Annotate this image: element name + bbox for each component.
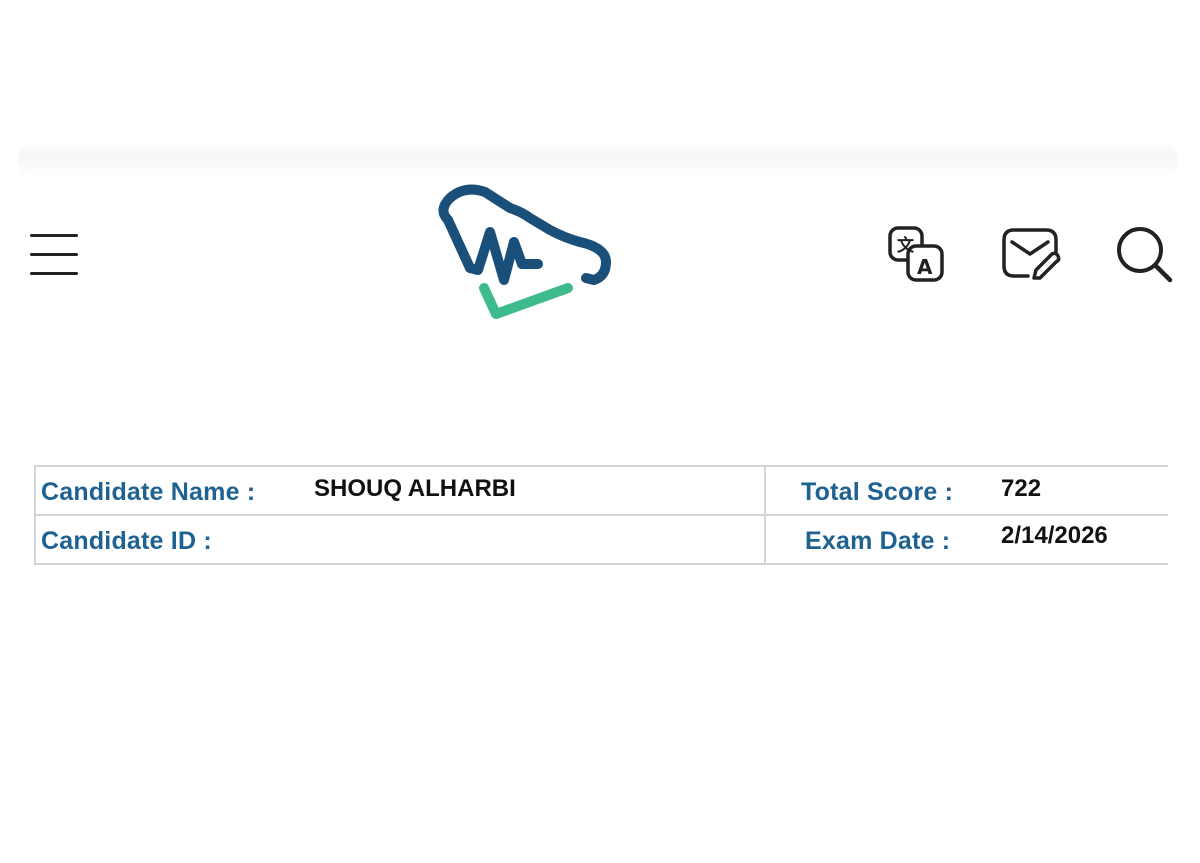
candidate-id-label: Candidate ID : [41,527,212,555]
exam-date-value: 2/14/2026 [1001,522,1108,549]
hamburger-menu-icon [28,230,80,278]
search-icon [1117,227,1173,283]
search-button[interactable] [1112,222,1176,286]
candidate-id-cell: Candidate ID : [34,514,766,565]
total-score-value: 722 [1001,475,1042,502]
health-map-check-logo [438,184,611,319]
message-edit-icon [1002,228,1061,280]
app-header: 文 A [0,180,1200,340]
exam-date-cell: Exam Date : 2/14/2026 [764,514,1168,565]
page: 文 A Candidate Name : SHOUQ ALHARBI Total… [0,0,1200,863]
message-button[interactable] [998,222,1062,286]
exam-date-label: Exam Date : [805,527,951,555]
candidate-name-value: SHOUQ ALHARBI [314,475,516,502]
menu-button[interactable] [28,230,80,278]
table-row: Candidate ID : Exam Date : 2/14/2026 [34,514,1168,565]
svg-text:A: A [917,255,933,279]
translate-icon: 文 A [888,226,944,282]
candidate-name-cell: Candidate Name : SHOUQ ALHARBI [34,465,766,516]
candidate-name-label: Candidate Name : [41,478,256,506]
table-row: Candidate Name : SHOUQ ALHARBI Total Sco… [34,465,1168,516]
total-score-cell: Total Score : 722 [764,465,1168,516]
app-logo[interactable] [430,180,620,330]
svg-text:文: 文 [897,235,915,256]
translate-button[interactable]: 文 A [884,222,948,286]
candidate-info-table: Candidate Name : SHOUQ ALHARBI Total Sco… [34,465,1168,565]
header-shadow [18,140,1178,180]
total-score-label: Total Score : [801,478,954,506]
